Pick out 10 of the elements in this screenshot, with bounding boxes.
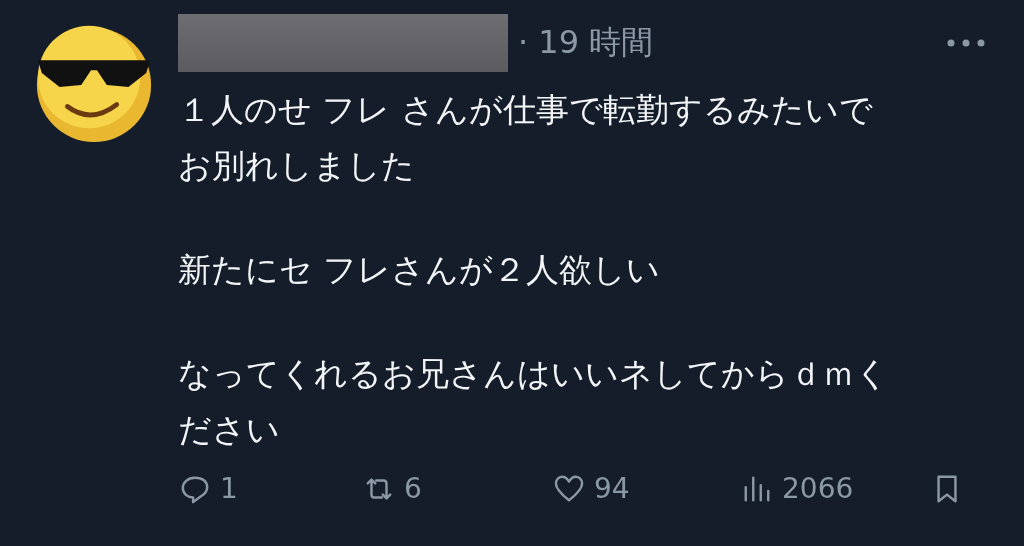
post-text: １人のせ フレ さんが仕事で転勤するみたいで お別れしました — [178, 89, 874, 187]
more-icon[interactable] — [946, 38, 986, 48]
post-text: なってくれるお兄さんはいいネしてからｄｍく ださい — [178, 353, 890, 451]
post-time: · 19 時間 — [518, 22, 654, 63]
heart-icon[interactable] — [554, 473, 584, 504]
views-count: 2066 — [782, 472, 854, 505]
reply-count: 1 — [220, 472, 238, 505]
post-text: 新たにセ フレさんが２人欲しい — [178, 249, 662, 291]
like-count: 94 — [594, 472, 630, 505]
repost-count: 6 — [404, 472, 422, 505]
